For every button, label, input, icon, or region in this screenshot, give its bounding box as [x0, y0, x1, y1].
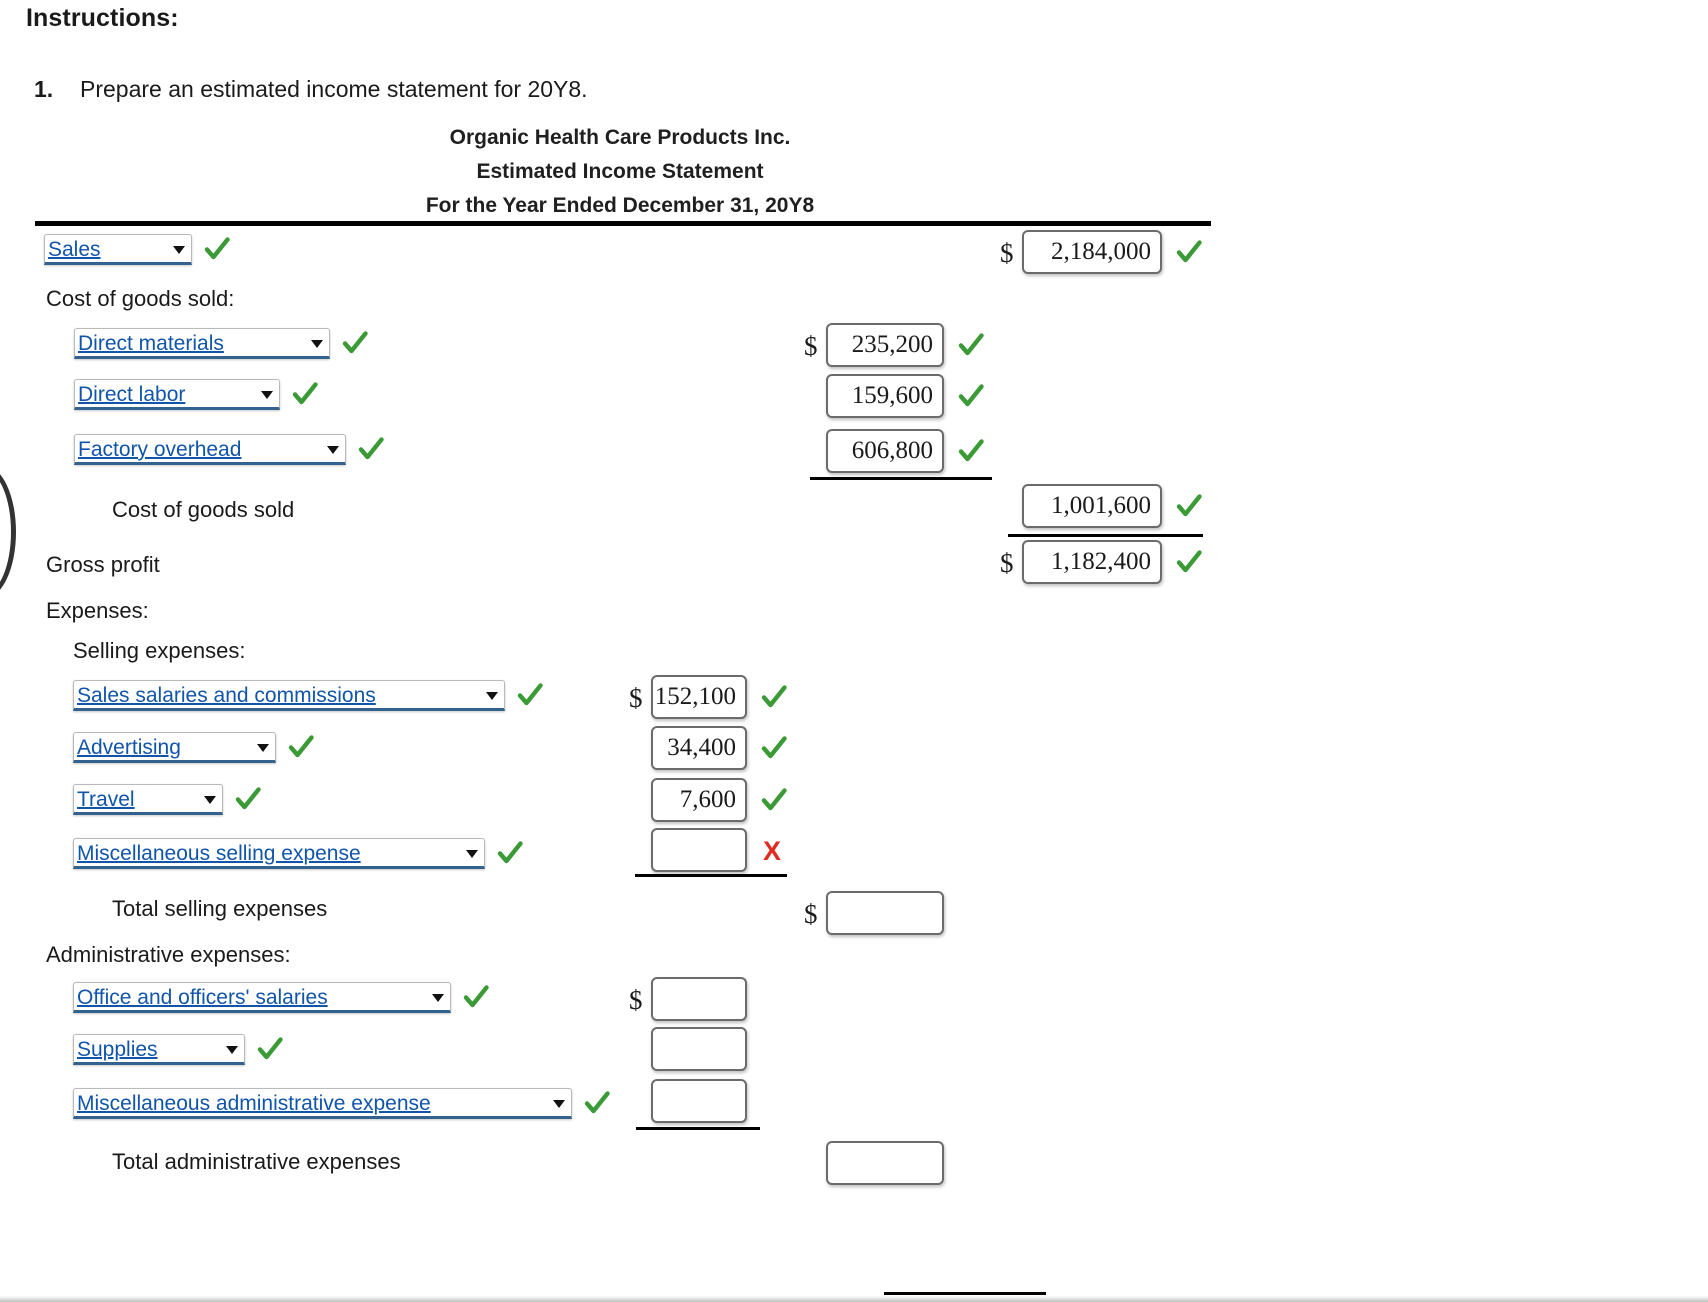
correct-check-icon-value-gross-profit — [1176, 549, 1202, 575]
dollar-sign-office-and-officers-salaries: $ — [629, 985, 643, 1015]
correct-check-icon-value-direct-materials — [958, 332, 984, 358]
amount-input-gross-profit[interactable]: 1,182,400 — [1022, 540, 1162, 584]
account-select-label-direct-labor: Direct labor — [78, 383, 186, 406]
correct-check-icon-value-sales-salaries-and-commissions — [761, 684, 787, 710]
account-select-label-factory-overhead: Factory overhead — [78, 438, 242, 461]
amount-input-cost-of-goods-sold-total[interactable]: 1,001,600 — [1022, 484, 1162, 528]
row-label-selling-expenses-header: Selling expenses: — [73, 638, 246, 663]
correct-check-icon-label-miscellaneous-selling-expense — [497, 840, 523, 866]
account-select-miscellaneous-administrative-expense[interactable]: Miscellaneous administrative expense — [73, 1088, 572, 1119]
account-select-supplies[interactable]: Supplies — [73, 1034, 245, 1065]
correct-check-icon-label-travel — [235, 786, 261, 812]
cogs-total-rule — [1008, 534, 1203, 537]
chevron-down-icon — [486, 692, 498, 700]
dollar-sign-sales-salaries-and-commissions: $ — [629, 683, 643, 713]
amount-input-travel[interactable]: 7,600 — [651, 778, 747, 822]
instruction-item-number: 1. — [34, 76, 54, 102]
account-select-label-supplies: Supplies — [77, 1038, 158, 1061]
chevron-down-icon — [257, 744, 269, 752]
account-select-label-direct-materials: Direct materials — [78, 332, 224, 355]
amount-input-office-and-officers-salaries[interactable] — [651, 977, 747, 1021]
instruction-item-text: Prepare an estimated income statement fo… — [80, 76, 588, 102]
correct-check-icon-label-miscellaneous-administrative-expense — [584, 1090, 610, 1116]
chevron-down-icon — [226, 1046, 238, 1054]
amount-input-sales-salaries-and-commissions[interactable]: 152,100 — [651, 675, 747, 719]
row-label-cost-of-goods-sold-header: Cost of goods sold: — [46, 286, 235, 311]
row-label-expenses-header: Expenses: — [46, 598, 149, 623]
statement-company-name: Organic Health Care Products Inc. — [449, 126, 791, 149]
amount-input-supplies[interactable] — [651, 1027, 747, 1071]
row-label-gross-profit: Gross profit — [46, 552, 160, 577]
correct-check-icon-value-sales — [1176, 239, 1202, 265]
incorrect-x-icon-value-miscellaneous-selling-expense: X — [763, 836, 782, 866]
account-select-label-sales: Sales — [48, 238, 101, 261]
row-label-administrative-expenses-header: Administrative expenses: — [46, 942, 291, 967]
account-select-travel[interactable]: Travel — [73, 784, 223, 815]
amount-input-sales[interactable]: 2,184,000 — [1022, 230, 1162, 274]
correct-check-icon-label-advertising — [288, 734, 314, 760]
dollar-sign-sales: $ — [1000, 238, 1014, 268]
selling-subtotal-rule — [635, 874, 787, 877]
correct-check-icon-value-cost-of-goods-sold-total — [1176, 493, 1202, 519]
account-select-advertising[interactable]: Advertising — [73, 732, 276, 763]
annotation-circle-arc — [0, 466, 16, 598]
account-select-label-travel: Travel — [77, 788, 135, 811]
correct-check-icon-value-travel — [761, 787, 787, 813]
statement-top-rule — [35, 221, 1211, 226]
amount-input-total-selling-expenses[interactable] — [826, 891, 944, 935]
admin-total-rule — [884, 1292, 1046, 1295]
chevron-down-icon — [466, 850, 478, 858]
correct-check-icon-value-direct-labor — [958, 383, 984, 409]
chevron-down-icon — [173, 246, 185, 254]
correct-check-icon-label-sales-salaries-and-commissions — [517, 682, 543, 708]
cogs-subtotal-rule — [810, 477, 992, 480]
account-select-factory-overhead[interactable]: Factory overhead — [74, 434, 346, 465]
correct-check-icon-label-factory-overhead — [358, 436, 384, 462]
chevron-down-icon — [327, 446, 339, 454]
chevron-down-icon — [311, 340, 323, 348]
amount-input-direct-labor[interactable]: 159,600 — [826, 374, 944, 418]
amount-input-miscellaneous-selling-expense[interactable] — [651, 828, 747, 872]
chevron-down-icon — [261, 391, 273, 399]
amount-input-factory-overhead[interactable]: 606,800 — [826, 429, 944, 473]
correct-check-icon-label-office-and-officers-salaries — [463, 984, 489, 1010]
correct-check-icon-label-supplies — [257, 1036, 283, 1062]
correct-check-icon-value-advertising — [761, 735, 787, 761]
chevron-down-icon — [553, 1100, 565, 1108]
account-select-label-miscellaneous-selling-expense: Miscellaneous selling expense — [77, 842, 361, 865]
page-bottom-edge — [0, 1296, 1708, 1302]
amount-input-advertising[interactable]: 34,400 — [651, 726, 747, 770]
correct-check-icon-label-direct-labor — [292, 381, 318, 407]
account-select-direct-labor[interactable]: Direct labor — [74, 379, 280, 410]
worksheet-page: Instructions: 1. Prepare an estimated in… — [0, 0, 1708, 1302]
account-select-label-miscellaneous-administrative-expense: Miscellaneous administrative expense — [77, 1092, 431, 1115]
dollar-sign-total-selling-expenses: $ — [804, 899, 818, 929]
correct-check-icon-label-direct-materials — [342, 330, 368, 356]
account-select-sales[interactable]: Sales — [44, 234, 192, 265]
statement-title: Estimated Income Statement — [476, 160, 764, 183]
statement-period: For the Year Ended December 31, 20Y8 — [425, 194, 815, 217]
account-select-sales-salaries-and-commissions[interactable]: Sales salaries and commissions — [73, 680, 505, 711]
account-select-miscellaneous-selling-expense[interactable]: Miscellaneous selling expense — [73, 838, 485, 869]
correct-check-icon-value-factory-overhead — [958, 438, 984, 464]
chevron-down-icon — [204, 796, 216, 804]
row-label-total-selling-expenses: Total selling expenses — [112, 896, 328, 921]
instructions-heading: Instructions: — [26, 4, 179, 32]
account-select-direct-materials[interactable]: Direct materials — [74, 328, 330, 359]
chevron-down-icon — [432, 994, 444, 1002]
account-select-office-and-officers-salaries[interactable]: Office and officers' salaries — [73, 982, 451, 1013]
account-select-label-sales-salaries-and-commissions: Sales salaries and commissions — [77, 684, 376, 707]
dollar-sign-direct-materials: $ — [804, 331, 818, 361]
account-select-label-office-and-officers-salaries: Office and officers' salaries — [77, 986, 328, 1009]
row-label-total-administrative-expenses: Total administrative expenses — [112, 1149, 401, 1174]
amount-input-total-administrative-expenses[interactable] — [826, 1141, 944, 1185]
row-label-cost-of-goods-sold-total: Cost of goods sold — [112, 497, 295, 522]
admin-subtotal-rule — [636, 1127, 760, 1130]
amount-input-direct-materials[interactable]: 235,200 — [826, 323, 944, 367]
amount-input-miscellaneous-administrative-expense[interactable] — [651, 1079, 747, 1123]
correct-check-icon-label-sales — [204, 236, 230, 262]
dollar-sign-gross-profit: $ — [1000, 548, 1014, 578]
account-select-label-advertising: Advertising — [77, 736, 181, 759]
